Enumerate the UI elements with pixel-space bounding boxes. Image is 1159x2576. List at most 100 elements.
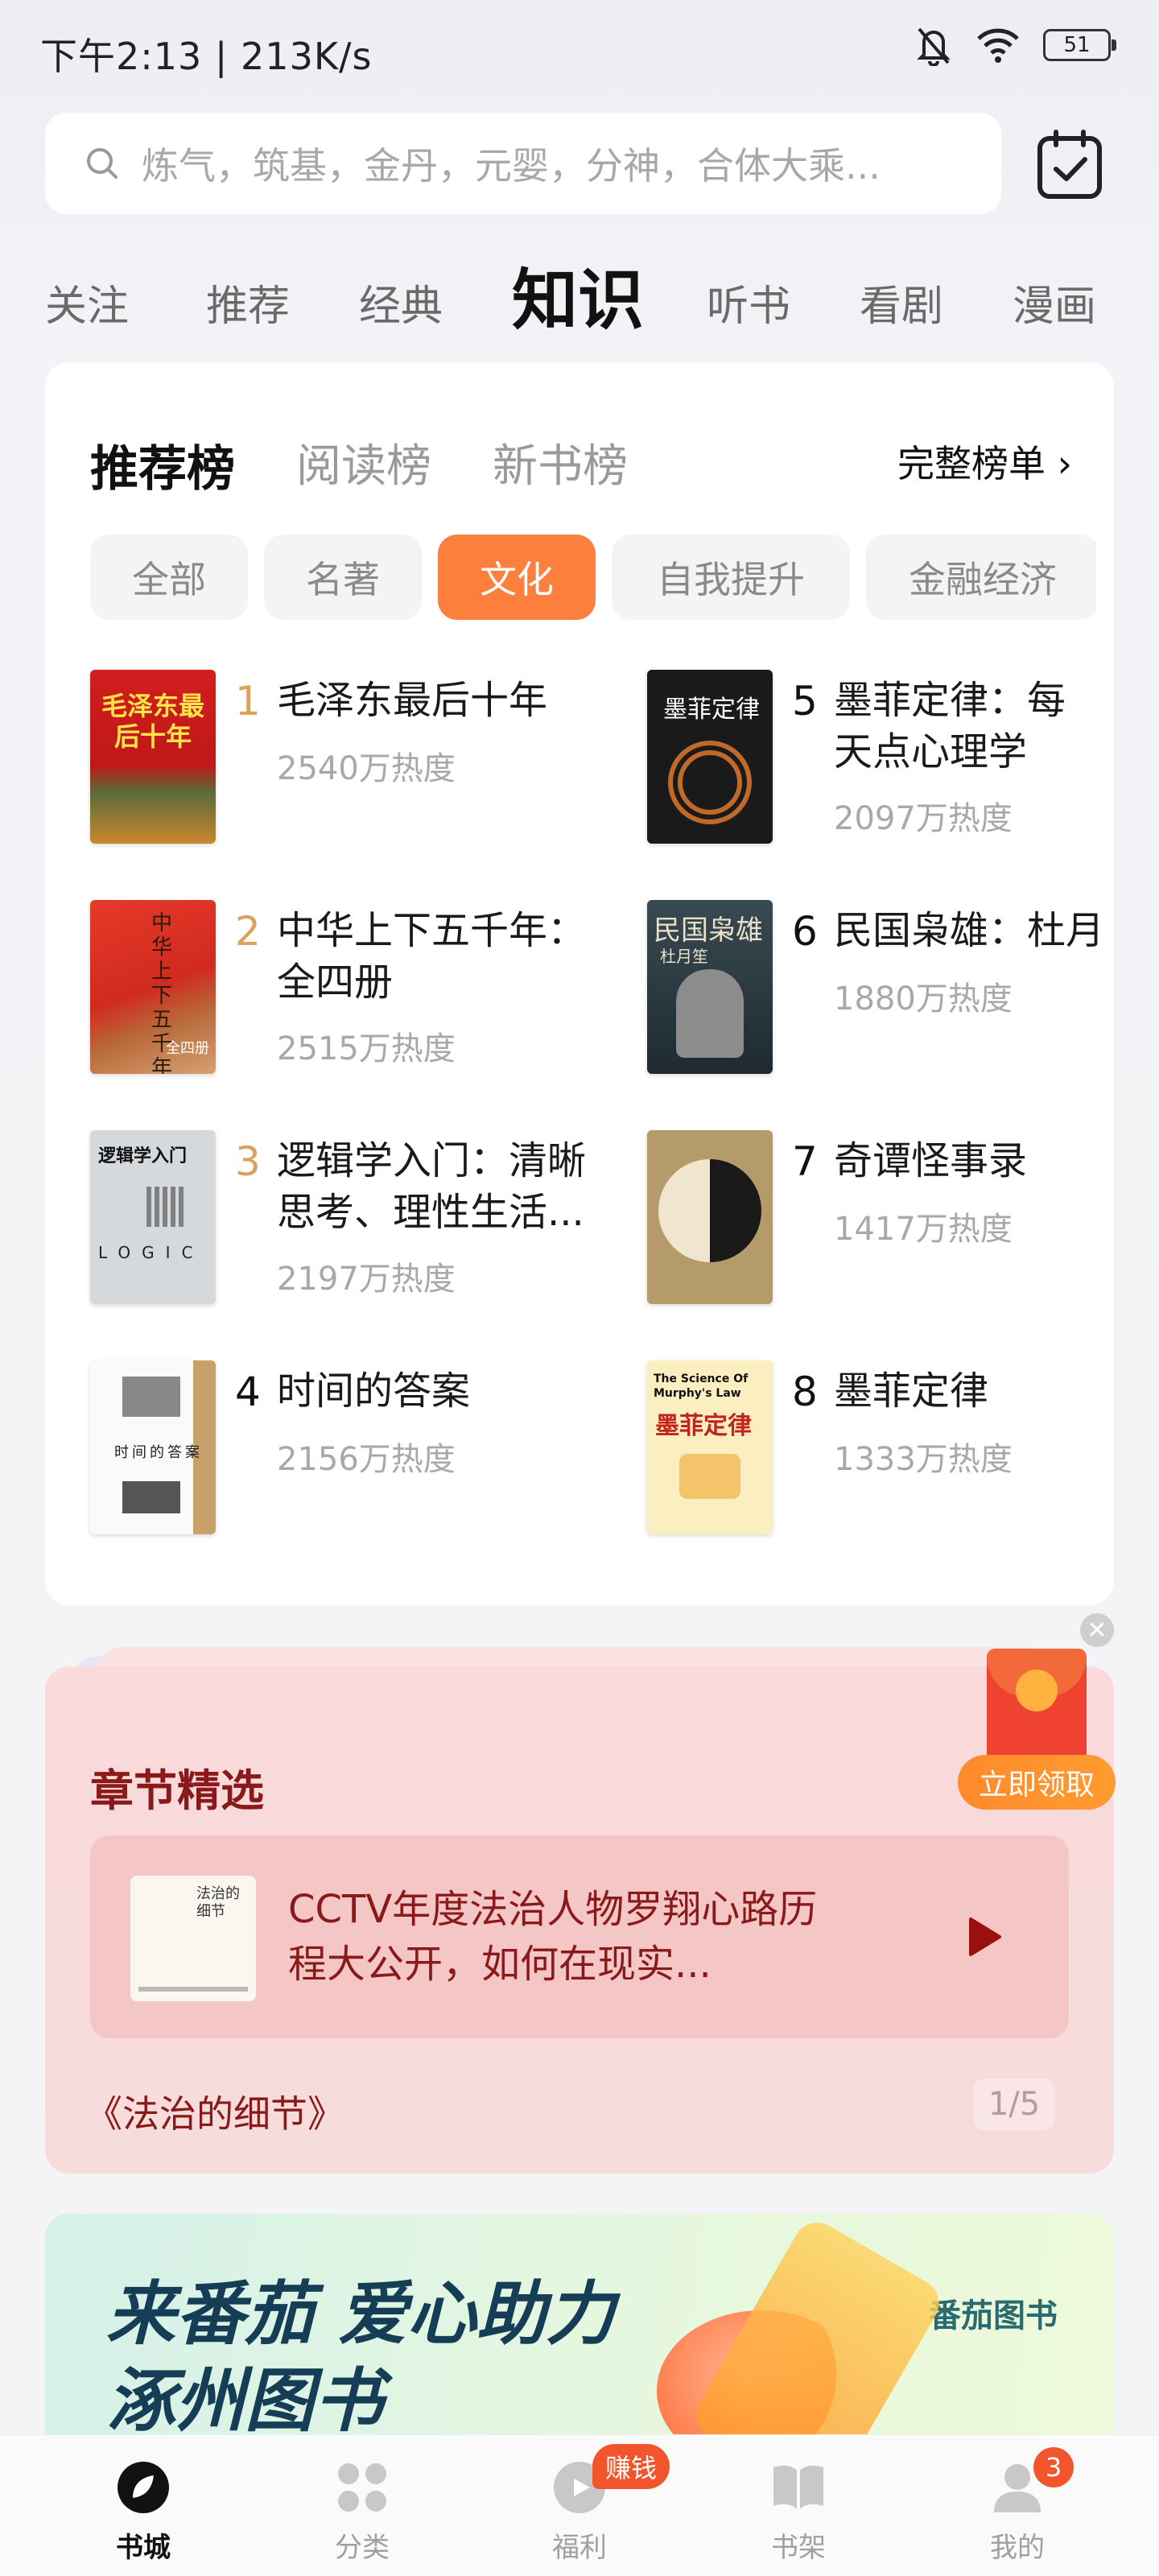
book-item[interactable]: The Science Of Murphy's Law 墨菲定律 8 墨菲定律 … <box>647 1360 1114 1546</box>
notification-count-badge: 3 <box>1033 2447 1074 2487</box>
book-title: 中华上下五千年：全四册 <box>277 908 587 1005</box>
chapter-cover-title: 法治的细节 <box>196 1885 240 1920</box>
book-heat: 2197万热度 <box>277 1261 456 1298</box>
chip-all[interactable]: 全部 <box>90 535 248 620</box>
book-heat: 1417万热度 <box>834 1211 1013 1248</box>
chip-culture[interactable]: 文化 <box>438 535 596 620</box>
book-heat: 2515万热度 <box>277 1030 456 1067</box>
nav-label: 我的 <box>990 2532 1045 2564</box>
book-item[interactable]: 逻辑学入门 LOGIC 3 逻辑学入门：清晰思考、理性生活... 2197万热度 <box>90 1130 605 1315</box>
book-title: 墨菲定律 <box>834 1368 989 1414</box>
rank-number: 6 <box>792 908 818 955</box>
book-item[interactable]: 墨菲定律 5 墨菲定律：每天点心理学 2097万热度 <box>647 670 1114 855</box>
book-heat: 2156万热度 <box>277 1441 456 1478</box>
play-icon[interactable] <box>959 1913 1008 1961</box>
bottom-nav: 书城 分类 福利 书架 我的 <box>0 2434 1159 2576</box>
rank-number: 5 <box>792 678 818 724</box>
chapter-item[interactable]: 法治的细节 CCTV年度法治人物罗翔心路历程大公开，如何在现实... <box>90 1835 1069 2038</box>
book-title: 民国枭雄：杜月 <box>834 908 1099 953</box>
book-item[interactable]: 中华上下五千年 全四册 2 中华上下五千年：全四册 2515万热度 <box>90 900 605 1085</box>
book-item[interactable]: 7 奇谭怪事录 1417万热度 <box>647 1130 1114 1315</box>
tab-audiobook[interactable]: 听书 <box>707 272 790 332</box>
book-cover: 民国枭雄 杜月笙 <box>647 900 773 1074</box>
cover-subtitle: 全四册 <box>166 1040 209 1057</box>
mute-bell-icon <box>917 27 951 66</box>
battery-level: 51 <box>1063 33 1091 57</box>
nav-label: 分类 <box>335 2532 390 2564</box>
tab-comics[interactable]: 漫画 <box>1013 272 1096 332</box>
ranking-card: 推荐榜 阅读榜 新书榜 完整榜单 › 全部 名著 文化 自我提升 金融经济 毛泽… <box>45 362 1114 1605</box>
tab-drama[interactable]: 看剧 <box>860 272 943 332</box>
chip-classics[interactable]: 名著 <box>264 535 422 620</box>
chapter-card: 章节精选 法治的细节 CCTV年度法治人物罗翔心路历程大公开，如何在现实... … <box>45 1666 1114 2174</box>
book-item[interactable]: 毛泽东最后十年 1 毛泽东最后十年 2540万热度 <box>90 670 605 855</box>
open-book-icon <box>773 2465 823 2509</box>
calendar-check-icon[interactable] <box>1032 127 1107 203</box>
book-title: 奇谭怪事录 <box>834 1138 1028 1183</box>
cover-title: 民国枭雄 <box>654 914 763 947</box>
nav-bookshelf[interactable]: 书架 <box>750 2459 847 2565</box>
chapter-book-name[interactable]: 《法治的细节》 <box>85 2085 344 2138</box>
search-placeholder: 炼气，筑基，金丹，元婴，分神，合体大乘... <box>142 144 881 188</box>
status-bar: 下午2:13 | 213K/s 51 <box>0 0 1159 97</box>
book-cover: 时间的答案 <box>90 1360 216 1534</box>
coin-icon <box>1016 1670 1058 1711</box>
cover-title: 毛泽东最后十年 <box>101 691 204 752</box>
top-tabs: 关注 推荐 经典 知识 听书 看剧 漫画 <box>45 242 1124 339</box>
book-cover: 墨菲定律 <box>647 670 773 844</box>
cover-subtitle: 杜月笙 <box>660 947 708 966</box>
nav-label: 书城 <box>116 2532 171 2564</box>
book-item[interactable]: 时间的答案 4 时间的答案 2156万热度 <box>90 1360 605 1546</box>
nav-category[interactable]: 分类 <box>314 2459 410 2565</box>
search-box[interactable]: 炼气，筑基，金丹，元婴，分神，合体大乘... <box>45 113 1001 214</box>
nav-label: 书架 <box>771 2532 826 2564</box>
book-heat: 2097万热度 <box>834 800 1013 837</box>
wifi-icon <box>977 28 1019 63</box>
grid-icon <box>338 2463 386 2512</box>
chapter-title: 章节精选 <box>90 1765 264 1816</box>
tab-knowledge[interactable]: 知识 <box>512 246 644 342</box>
close-icon[interactable]: ✕ <box>1080 1613 1114 1647</box>
full-list-link[interactable]: 完整榜单 › <box>897 435 1072 488</box>
cover-subtitle: 墨菲定律 <box>655 1412 752 1440</box>
category-chips: 全部 名著 文化 自我提升 金融经济 <box>90 535 1096 623</box>
nav-bookstore[interactable]: 书城 <box>95 2459 192 2565</box>
cover-title: 时间的答案 <box>114 1444 203 1461</box>
book-cover <box>647 1130 773 1304</box>
book-title: 逻辑学入门：清晰思考、理性生活... <box>277 1138 587 1235</box>
book-cover: 中华上下五千年 全四册 <box>90 900 216 1074</box>
chip-self-improvement[interactable]: 自我提升 <box>612 535 850 620</box>
rank-number: 3 <box>235 1138 261 1185</box>
book-cover: The Science Of Murphy's Law 墨菲定律 <box>647 1360 773 1534</box>
cover-title: 墨菲定律 <box>663 696 760 724</box>
search-icon <box>87 148 118 179</box>
rank-number: 4 <box>235 1368 261 1415</box>
rank-number: 7 <box>792 1138 818 1185</box>
tab-recommend[interactable]: 推荐 <box>206 272 290 332</box>
cover-title: The Science Of Murphy's Law <box>654 1373 749 1400</box>
chapter-cover: 法治的细节 <box>130 1876 256 2001</box>
rank-number: 1 <box>235 678 261 724</box>
book-heat: 1880万热度 <box>834 980 1013 1018</box>
book-title: 墨菲定律：每天点心理学 <box>834 678 1066 774</box>
chapter-excerpt: CCTV年度法治人物罗翔心路历程大公开，如何在现实... <box>288 1887 818 1987</box>
leaf-icon <box>118 2462 169 2513</box>
tab-follow[interactable]: 关注 <box>45 272 129 332</box>
rank-tab-recommend[interactable]: 推荐榜 <box>90 430 235 500</box>
page-indicator: 1/5 <box>974 2079 1054 2130</box>
rank-number: 2 <box>235 908 261 955</box>
rank-tab-reading[interactable]: 阅读榜 <box>296 430 431 495</box>
promo-banner[interactable]: 来番茄 爱心助力 涿州图书 番茄图书 <box>45 2214 1114 2455</box>
cover-logic: LOGIC <box>98 1243 204 1262</box>
book-heat: 2540万热度 <box>277 750 456 787</box>
banner-subheadline: 涿州图书 <box>106 2361 383 2442</box>
rank-tab-new[interactable]: 新书榜 <box>493 430 628 495</box>
rank-number: 8 <box>792 1368 818 1415</box>
book-item[interactable]: 民国枭雄 杜月笙 6 民国枭雄：杜月 1880万热度 <box>647 900 1114 1085</box>
status-icons: 51 <box>914 24 1116 66</box>
tab-classic[interactable]: 经典 <box>359 272 443 332</box>
chip-finance[interactable]: 金融经济 <box>866 535 1096 620</box>
nav-label: 福利 <box>552 2532 607 2564</box>
claim-button[interactable]: 立即领取 <box>958 1755 1116 1810</box>
status-time-speed: 下午2:13 | 213K/s <box>40 35 373 78</box>
